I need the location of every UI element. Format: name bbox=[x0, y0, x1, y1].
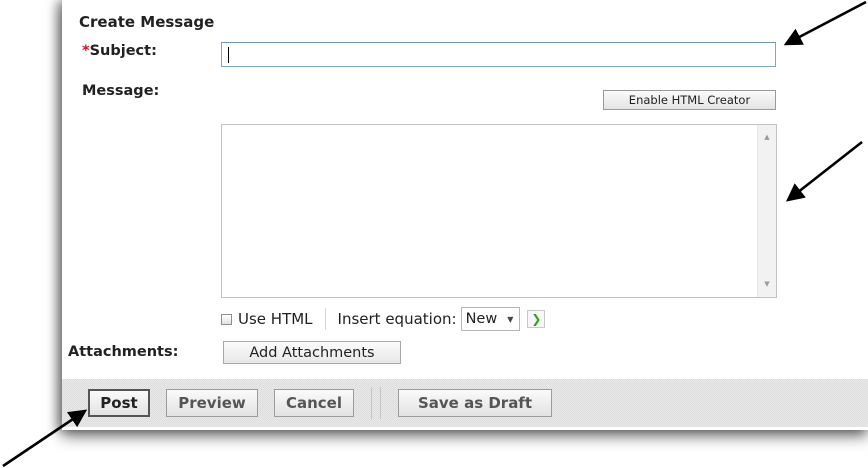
equation-select-value: New bbox=[465, 311, 498, 327]
chevron-down-icon: ▼ bbox=[507, 314, 514, 324]
scroll-up-icon[interactable]: ▲ bbox=[758, 132, 776, 142]
attachments-label: Attachments: bbox=[68, 344, 179, 360]
footer-divider bbox=[371, 387, 372, 419]
subject-label-text: Subject: bbox=[89, 43, 157, 59]
form-actions-bar: Post Preview Cancel Save as Draft bbox=[62, 379, 868, 427]
post-button[interactable]: Post bbox=[88, 389, 150, 417]
preview-button[interactable]: Preview bbox=[166, 389, 258, 417]
subject-input[interactable] bbox=[221, 42, 776, 67]
enable-html-creator-button[interactable]: Enable HTML Creator bbox=[603, 90, 776, 110]
screenshot-page: Create Message *Subject: Message: Enable… bbox=[0, 0, 868, 468]
create-message-panel: Create Message *Subject: Message: Enable… bbox=[62, 0, 868, 430]
equation-select[interactable]: New ▼ bbox=[460, 307, 521, 331]
scroll-down-icon[interactable]: ▼ bbox=[758, 279, 776, 289]
message-editor: ▲ ▼ bbox=[221, 124, 777, 298]
use-html-checkbox[interactable] bbox=[221, 313, 232, 325]
editor-options-row: Use HTML Insert equation: New ▼ ❯ bbox=[221, 305, 546, 333]
subject-label: *Subject: bbox=[82, 43, 157, 59]
cancel-button[interactable]: Cancel bbox=[274, 389, 354, 417]
options-divider bbox=[324, 308, 326, 330]
required-marker: * bbox=[82, 43, 90, 59]
message-label: Message: bbox=[82, 83, 160, 99]
footer-divider bbox=[380, 387, 381, 419]
create-message-form: Create Message *Subject: Message: Enable… bbox=[62, 0, 868, 430]
message-textarea[interactable] bbox=[222, 125, 757, 297]
insert-equation-label: Insert equation: bbox=[337, 310, 457, 328]
save-as-draft-button[interactable]: Save as Draft bbox=[398, 389, 552, 417]
message-scrollbar[interactable]: ▲ ▼ bbox=[757, 125, 776, 297]
use-html-label: Use HTML bbox=[238, 310, 313, 328]
page-title: Create Message bbox=[79, 13, 215, 31]
go-arrow-icon[interactable]: ❯ bbox=[527, 310, 546, 328]
add-attachments-button[interactable]: Add Attachments bbox=[223, 341, 401, 364]
text-caret bbox=[228, 47, 229, 63]
